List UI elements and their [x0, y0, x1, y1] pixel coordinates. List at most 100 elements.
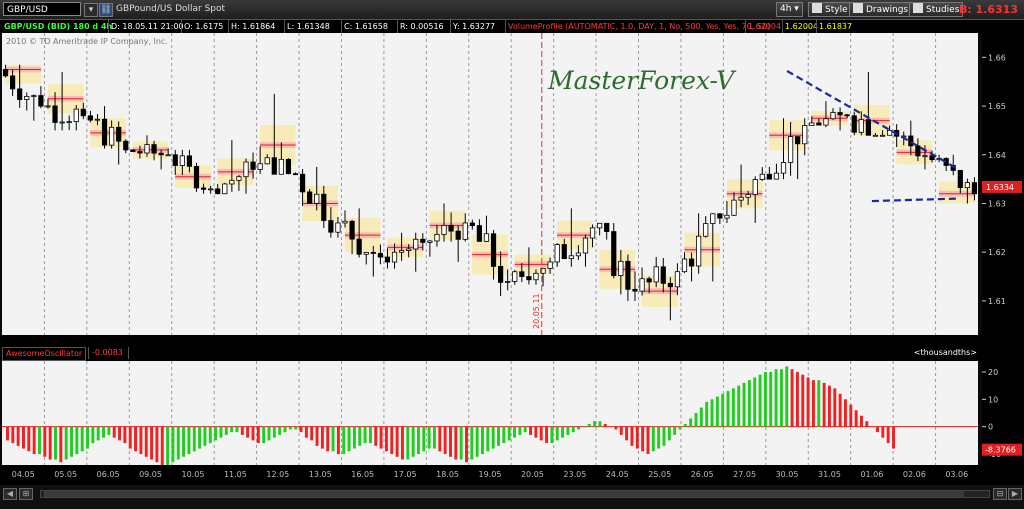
oscillator-bar: [470, 426, 474, 460]
oscillator-bar: [513, 426, 517, 438]
oscillator-bar: [731, 388, 735, 427]
candle-body: [94, 118, 101, 121]
oscillator-bar: [491, 426, 495, 449]
candle-body: [208, 188, 214, 191]
oscillator-spacer: [128, 347, 135, 359]
oscillator-bar: [390, 426, 394, 455]
oscillator-bar: [304, 426, 308, 438]
candle-body: [307, 191, 313, 204]
oscillator-bar: [144, 426, 148, 457]
candle-body: [512, 271, 518, 282]
candle-body: [830, 112, 836, 120]
top-toolbar: GBP/USD ▾ ⛓ GBPound/US Dollar Spot 4h ▾ …: [0, 0, 1024, 20]
time-tick-label: 09.05: [139, 470, 162, 479]
candle-body: [632, 288, 638, 292]
info-y: Y: 1.63277: [450, 20, 497, 33]
oscillator-bar: [769, 371, 773, 427]
time-tick-label: 27.05: [733, 470, 756, 479]
oscillator-bar: [571, 426, 575, 433]
candle-body: [879, 134, 886, 137]
oscillator-bar: [102, 426, 106, 438]
price-chart[interactable]: 1.66 1.65 1.64 1.63 1.62 1.61 20.05.11 1.6334 20…: [0, 33, 1024, 485]
scroll-thumb[interactable]: [44, 491, 964, 497]
info-high: H: 1.61864: [228, 20, 277, 33]
oscillator-bar: [70, 426, 73, 457]
drawings-button[interactable]: Drawings: [849, 2, 913, 17]
candle-body: [420, 238, 426, 243]
candle-body: [816, 122, 822, 126]
studies-button[interactable]: Studies: [909, 2, 964, 17]
scroll-right-icon[interactable]: ▶: [1008, 488, 1022, 500]
candle-body: [865, 119, 871, 136]
time-tick-label: 10.05: [182, 470, 205, 479]
oscillator-bar: [715, 396, 719, 427]
style-button[interactable]: Style: [808, 2, 852, 17]
candle-body: [823, 118, 829, 126]
candle-body: [469, 222, 475, 227]
zoom-out-icon[interactable]: ⊟: [993, 488, 1007, 500]
time-tick-label: 05.05: [54, 470, 77, 479]
candle-body: [73, 108, 79, 123]
candle-body: [328, 220, 334, 233]
date-marker-label: 20.05.11: [532, 293, 541, 329]
symbol-input[interactable]: GBP/USD: [3, 2, 81, 16]
candle-body: [264, 157, 270, 165]
time-tick-label: 23.05: [563, 470, 586, 479]
oscillator-bar: [299, 426, 303, 433]
candle-body: [667, 282, 673, 288]
candle-body: [165, 154, 171, 157]
oscillator-name[interactable]: AwesomeOscillator: [2, 347, 87, 361]
aggregation-button[interactable]: 4h ▾: [776, 2, 803, 17]
candle-body: [703, 223, 709, 237]
vp-value-1: 1.62004: [745, 20, 783, 33]
candle-body: [299, 173, 306, 193]
oscillator-bar: [876, 426, 879, 433]
candle-body: [31, 95, 37, 97]
oscillator-bar: [657, 426, 661, 449]
candle-body: [271, 157, 277, 175]
oscillator-bar: [395, 426, 399, 457]
candle-body: [809, 122, 815, 126]
candle-body: [24, 95, 30, 101]
oscillator-bar: [726, 391, 730, 427]
time-tick-label: 16.05: [351, 470, 374, 479]
oscillator-bar: [363, 426, 367, 444]
zoom-icon[interactable]: ⊞: [19, 488, 33, 500]
oscillator-bar: [806, 377, 810, 427]
link-icon[interactable]: ⛓: [99, 3, 113, 17]
oscillator-bar: [539, 426, 543, 441]
candle-body: [172, 154, 178, 166]
candle-body: [335, 222, 341, 233]
candle-body: [398, 250, 405, 253]
candle-body: [490, 233, 497, 267]
oscillator-bar: [160, 426, 164, 465]
dropdown-arrow-icon[interactable]: ▾: [84, 3, 98, 17]
scroll-left-icon[interactable]: ◀: [3, 488, 17, 500]
price-tick-label: 1.66: [988, 53, 1006, 62]
oscillator-bar: [566, 426, 570, 435]
oscillator-bar: [27, 426, 31, 452]
oscillator-bar: [529, 426, 533, 435]
oscillator-bar: [262, 426, 266, 444]
oscillator-header: AwesomeOscillator -0.0083 <thousandths>: [0, 347, 982, 361]
time-tick-label: 25.05: [648, 470, 671, 479]
volume-profile-label[interactable]: VolumeProfile (AUTOMATIC, 1.0, DAY, 1, N…: [505, 20, 772, 33]
time-tick-label: 20.05: [521, 470, 544, 479]
oscillator-bar: [59, 426, 63, 463]
oscillator-bar: [443, 426, 447, 455]
osc-tick-label: 10: [988, 395, 998, 404]
candle-body: [611, 231, 617, 277]
oscillator-bar: [315, 426, 319, 446]
candle-body: [957, 170, 963, 189]
oscillator-bar: [198, 426, 202, 449]
candle-body: [101, 118, 108, 146]
oscillator-bar: [662, 426, 666, 446]
time-tick-label: 12.05: [266, 470, 289, 479]
candle-body: [66, 121, 72, 124]
candle-body: [434, 233, 440, 242]
oscillator-bar: [347, 426, 351, 452]
oscillator-bar: [827, 385, 831, 427]
oscillator-bar: [251, 426, 255, 441]
candle-body: [215, 188, 221, 195]
info-close: C: 1.61658: [341, 20, 390, 33]
